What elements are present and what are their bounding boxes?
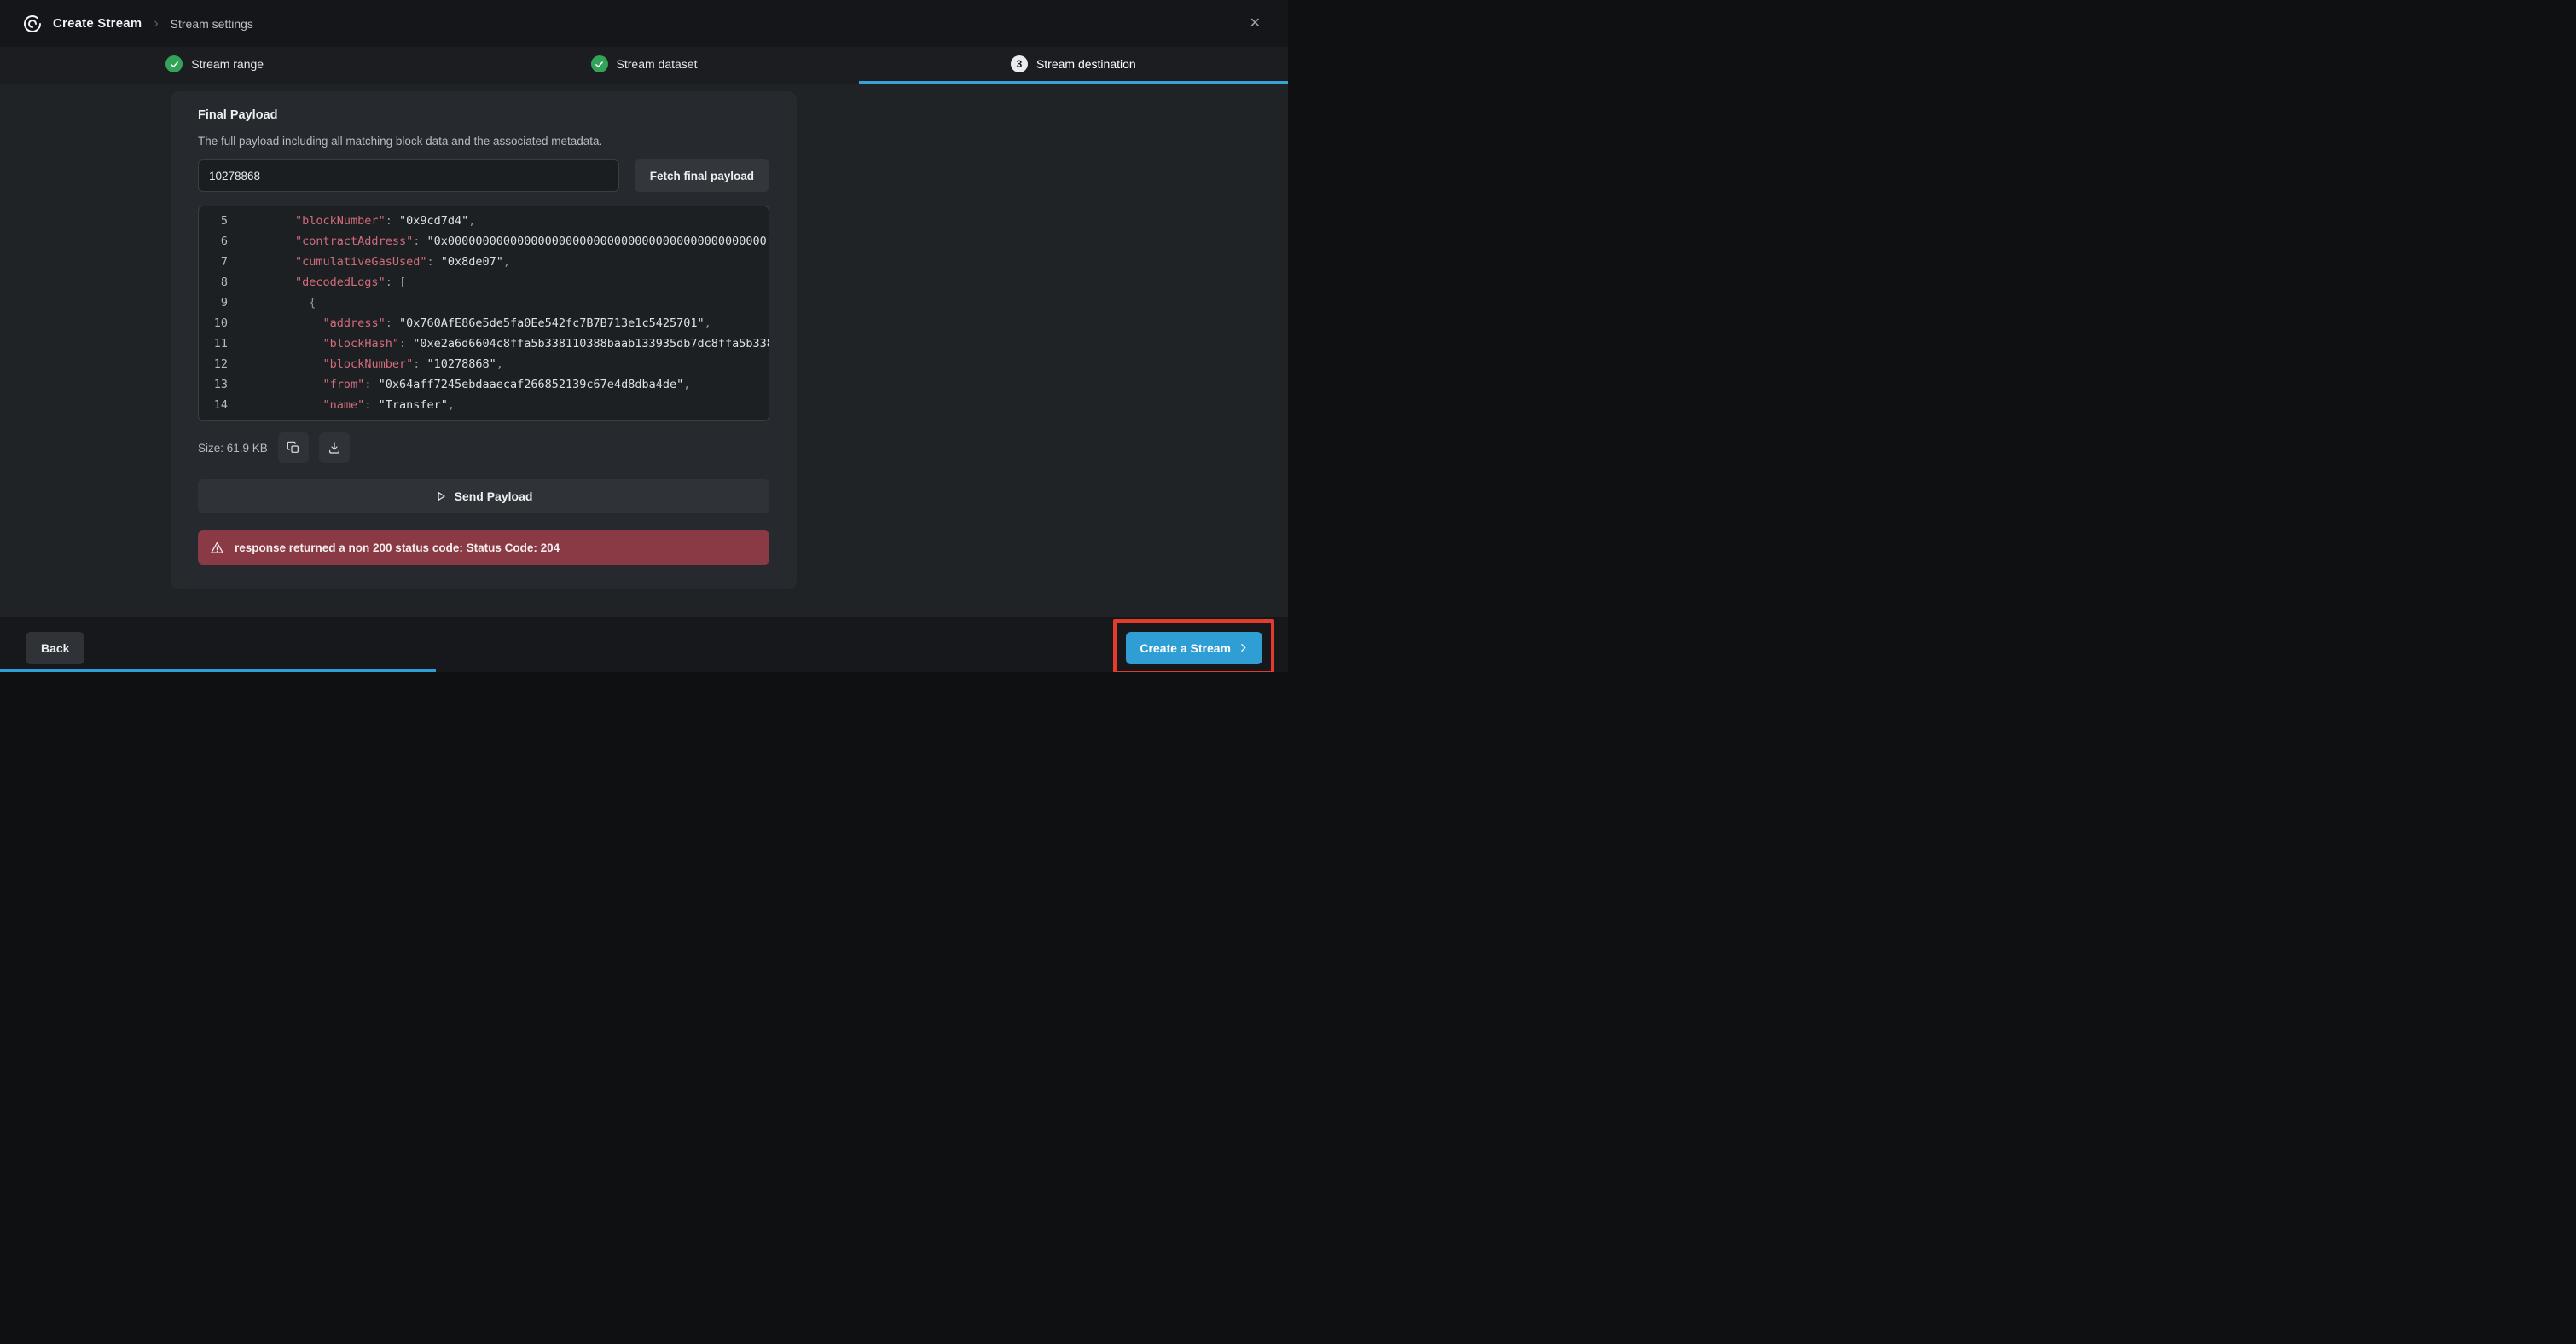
fetch-final-payload-button[interactable]: Fetch final payload — [635, 159, 769, 192]
code-block[interactable]: 5 "blockNumber": "0x9cd7d4",6 "contractA… — [198, 206, 769, 421]
create-a-stream-label: Create a Stream — [1140, 641, 1231, 655]
section-description: The full payload including all matching … — [198, 134, 769, 149]
stepper: Stream range Stream dataset 3 Stream des… — [0, 47, 1288, 84]
app-logo-icon — [22, 14, 43, 34]
error-banner: response returned a non 200 status code:… — [198, 530, 769, 565]
breadcrumb-separator: › — [154, 16, 158, 32]
code-line: 11 "blockHash": "0xe2a6d6604c8ffa5b33811… — [199, 333, 769, 354]
close-icon[interactable]: ✕ — [1244, 12, 1266, 36]
step-label: Stream range — [191, 57, 264, 71]
error-message: response returned a non 200 status code:… — [235, 542, 560, 554]
copy-button[interactable] — [278, 432, 309, 463]
code-line: 9 { — [199, 293, 769, 313]
code-line: 10 "address": "0x760AfE86e5de5fa0Ee542fc… — [199, 313, 769, 333]
header-bar: Create Stream › Stream settings ✕ — [0, 0, 1288, 47]
create-a-stream-button[interactable]: Create a Stream — [1126, 632, 1262, 664]
check-icon — [591, 55, 608, 72]
step-number-badge: 3 — [1011, 55, 1028, 72]
main-content: Final Payload The full payload including… — [0, 91, 1288, 617]
page-title: Create Stream — [53, 16, 142, 31]
back-button[interactable]: Back — [26, 632, 84, 664]
step-stream-range[interactable]: Stream range — [0, 47, 429, 84]
code-line: 6 "contractAddress": "0x0000000000000000… — [199, 231, 769, 252]
code-line: 15 "to": "0x96a41097fc839448b2591fac2978… — [199, 415, 769, 421]
code-line: 8 "decodedLogs": [ — [199, 272, 769, 293]
breadcrumb-subtitle: Stream settings — [171, 17, 253, 31]
send-payload-button[interactable]: Send Payload — [198, 479, 769, 513]
payload-size-label: Size: 61.9 KB — [198, 442, 268, 455]
size-row: Size: 61.9 KB — [198, 433, 769, 462]
code-line: 12 "blockNumber": "10278868", — [199, 354, 769, 374]
download-icon — [328, 441, 341, 455]
copy-icon — [287, 441, 300, 455]
final-payload-card: Final Payload The full payload including… — [171, 91, 797, 589]
play-icon — [435, 490, 447, 502]
section-title: Final Payload — [198, 108, 769, 122]
code-line: 7 "cumulativeGasUsed": "0x8de07", — [199, 252, 769, 272]
chevron-right-icon — [1238, 642, 1249, 653]
fetch-row: Fetch final payload — [198, 159, 769, 192]
check-icon — [165, 55, 183, 72]
code-line: 5 "blockNumber": "0x9cd7d4", — [199, 211, 769, 231]
code-line: 13 "from": "0x64aff7245ebdaaecaf26685213… — [199, 374, 769, 395]
warning-icon — [210, 541, 224, 555]
footer-bar: Back Create a Stream — [0, 617, 1288, 672]
download-button[interactable] — [319, 432, 350, 463]
create-stream-wrap: Create a Stream — [1126, 632, 1262, 664]
block-number-input[interactable] — [198, 159, 619, 192]
create-stream-modal: Create Stream › Stream settings ✕ Stream… — [0, 0, 1288, 672]
step-label: Stream destination — [1036, 57, 1136, 71]
step-stream-dataset[interactable]: Stream dataset — [429, 47, 858, 84]
bottom-accent-bar — [0, 669, 436, 672]
step-label: Stream dataset — [617, 57, 698, 71]
send-payload-label: Send Payload — [455, 490, 533, 503]
code-line: 14 "name": "Transfer", — [199, 395, 769, 415]
step-stream-destination[interactable]: 3 Stream destination — [859, 47, 1288, 84]
